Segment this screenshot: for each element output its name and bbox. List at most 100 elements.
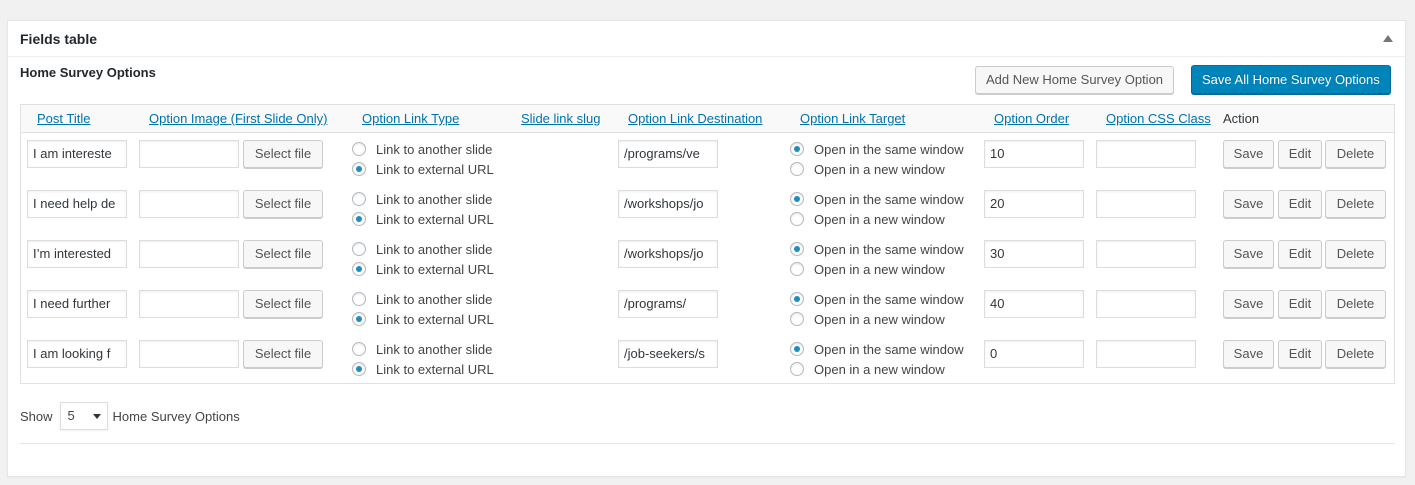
link-external-option[interactable]: Link to external URL xyxy=(352,359,494,379)
radio-button[interactable] xyxy=(352,362,366,376)
radio-button[interactable] xyxy=(790,312,804,326)
link-external-option[interactable]: Link to external URL xyxy=(352,209,494,229)
post-title-input[interactable]: I am intereste xyxy=(27,140,127,168)
col-option-order[interactable]: Option Order xyxy=(994,111,1069,126)
target-same-option[interactable]: Open in the same window xyxy=(790,239,964,259)
target-same-option[interactable]: Open in the same window xyxy=(790,189,964,209)
css-class-input[interactable] xyxy=(1096,290,1196,318)
delete-row-button[interactable]: Delete xyxy=(1325,140,1386,168)
save-row-button[interactable]: Save xyxy=(1223,290,1274,318)
radio-button[interactable] xyxy=(790,292,804,306)
option-order-input[interactable]: 10 xyxy=(984,140,1084,168)
col-option-image[interactable]: Option Image (First Slide Only) xyxy=(149,111,327,126)
radio-button[interactable] xyxy=(352,292,366,306)
option-image-input[interactable] xyxy=(139,140,239,168)
delete-row-button[interactable]: Delete xyxy=(1325,240,1386,268)
link-destination-input[interactable]: /workshops/jo xyxy=(618,190,718,218)
post-title-input[interactable]: I am looking f xyxy=(27,340,127,368)
option-order-input[interactable]: 30 xyxy=(984,240,1084,268)
select-file-button[interactable]: Select file xyxy=(243,190,323,218)
link-destination-input[interactable]: /programs/ xyxy=(618,290,718,318)
col-css-class[interactable]: Option CSS Class xyxy=(1106,111,1211,126)
col-link-target[interactable]: Option Link Target xyxy=(800,111,905,126)
table-header: Post Title Option Image (First Slide Onl… xyxy=(21,105,1394,133)
radio-button[interactable] xyxy=(790,262,804,276)
select-file-button[interactable]: Select file xyxy=(243,290,323,318)
radio-button[interactable] xyxy=(352,242,366,256)
option-order-input[interactable]: 20 xyxy=(984,190,1084,218)
fields-table-panel: Fields table Home Survey Options Add New… xyxy=(7,20,1406,477)
col-slide-slug[interactable]: Slide link slug xyxy=(521,111,601,126)
link-external-option[interactable]: Link to external URL xyxy=(352,159,494,179)
col-post-title[interactable]: Post Title xyxy=(37,111,90,126)
radio-button[interactable] xyxy=(352,142,366,156)
radio-button[interactable] xyxy=(352,192,366,206)
save-row-button[interactable]: Save xyxy=(1223,240,1274,268)
select-file-button[interactable]: Select file xyxy=(243,140,323,168)
edit-row-button[interactable]: Edit xyxy=(1278,240,1322,268)
link-destination-input[interactable]: /programs/ve xyxy=(618,140,718,168)
option-order-input[interactable]: 0 xyxy=(984,340,1084,368)
per-page-select[interactable]: 5 xyxy=(59,402,108,430)
delete-row-button[interactable]: Delete xyxy=(1325,340,1386,368)
post-title-input[interactable]: I’m interested xyxy=(27,240,127,268)
radio-button[interactable] xyxy=(790,162,804,176)
save-row-button[interactable]: Save xyxy=(1223,340,1274,368)
option-image-input[interactable] xyxy=(139,340,239,368)
radio-button[interactable] xyxy=(790,242,804,256)
post-title-input[interactable]: I need further xyxy=(27,290,127,318)
select-file-button[interactable]: Select file xyxy=(243,240,323,268)
edit-row-button[interactable]: Edit xyxy=(1278,190,1322,218)
add-option-button[interactable]: Add New Home Survey Option xyxy=(975,66,1175,94)
target-new-option[interactable]: Open in a new window xyxy=(790,259,964,279)
link-slide-option[interactable]: Link to another slide xyxy=(352,339,494,359)
target-same-option[interactable]: Open in the same window xyxy=(790,339,964,359)
delete-row-button[interactable]: Delete xyxy=(1325,290,1386,318)
save-row-button[interactable]: Save xyxy=(1223,190,1274,218)
radio-button[interactable] xyxy=(790,192,804,206)
css-class-input[interactable] xyxy=(1096,140,1196,168)
option-image-input[interactable] xyxy=(139,290,239,318)
radio-button[interactable] xyxy=(352,212,366,226)
select-file-button[interactable]: Select file xyxy=(243,340,323,368)
radio-button[interactable] xyxy=(790,142,804,156)
target-new-option[interactable]: Open in a new window xyxy=(790,359,964,379)
target-new-option[interactable]: Open in a new window xyxy=(790,309,964,329)
link-slide-option[interactable]: Link to another slide xyxy=(352,189,494,209)
radio-button[interactable] xyxy=(352,262,366,276)
link-destination-input[interactable]: /workshops/jo xyxy=(618,240,718,268)
post-title-input[interactable]: I need help de xyxy=(27,190,127,218)
link-external-option[interactable]: Link to external URL xyxy=(352,259,494,279)
col-link-destination[interactable]: Option Link Destination xyxy=(628,111,762,126)
option-order-input[interactable]: 40 xyxy=(984,290,1084,318)
link-slide-option[interactable]: Link to another slide xyxy=(352,289,494,309)
save-row-button[interactable]: Save xyxy=(1223,140,1274,168)
target-new-option[interactable]: Open in a new window xyxy=(790,159,964,179)
css-class-input[interactable] xyxy=(1096,240,1196,268)
link-destination-input[interactable]: /job-seekers/s xyxy=(618,340,718,368)
radio-button[interactable] xyxy=(352,342,366,356)
target-same-option[interactable]: Open in the same window xyxy=(790,289,964,309)
radio-button[interactable] xyxy=(790,362,804,376)
css-class-input[interactable] xyxy=(1096,340,1196,368)
col-link-type[interactable]: Option Link Type xyxy=(362,111,459,126)
radio-button[interactable] xyxy=(790,342,804,356)
save-all-button[interactable]: Save All Home Survey Options xyxy=(1191,65,1391,94)
target-new-option[interactable]: Open in a new window xyxy=(790,209,964,229)
panel-header[interactable]: Fields table xyxy=(8,21,1405,57)
link-slide-option[interactable]: Link to another slide xyxy=(352,239,494,259)
edit-row-button[interactable]: Edit xyxy=(1278,140,1322,168)
radio-button[interactable] xyxy=(790,212,804,226)
radio-button[interactable] xyxy=(352,312,366,326)
target-same-option[interactable]: Open in the same window xyxy=(790,139,964,159)
link-external-option[interactable]: Link to external URL xyxy=(352,309,494,329)
option-image-input[interactable] xyxy=(139,240,239,268)
edit-row-button[interactable]: Edit xyxy=(1278,340,1322,368)
collapse-arrow-icon[interactable] xyxy=(1383,35,1393,42)
delete-row-button[interactable]: Delete xyxy=(1325,190,1386,218)
css-class-input[interactable] xyxy=(1096,190,1196,218)
radio-button[interactable] xyxy=(352,162,366,176)
edit-row-button[interactable]: Edit xyxy=(1278,290,1322,318)
option-image-input[interactable] xyxy=(139,190,239,218)
link-slide-option[interactable]: Link to another slide xyxy=(352,139,494,159)
